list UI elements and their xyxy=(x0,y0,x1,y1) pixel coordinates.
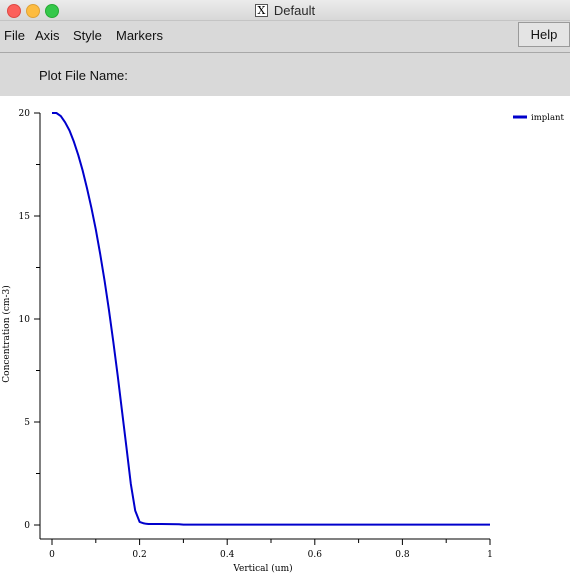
plot-file-bar: Plot File Name: xyxy=(0,53,570,96)
menu-style[interactable]: Style xyxy=(73,28,102,43)
legend-label: implant xyxy=(531,113,564,123)
data-point xyxy=(130,483,131,484)
window-title-group: X Default xyxy=(0,0,570,20)
data-point xyxy=(148,523,149,524)
data-point xyxy=(86,188,87,189)
menu-file[interactable]: File xyxy=(4,28,25,43)
data-point xyxy=(270,524,271,525)
data-point xyxy=(69,130,70,131)
data-point xyxy=(150,523,151,524)
data-point xyxy=(56,112,57,113)
x11-icon: X xyxy=(254,3,268,17)
x-tick-label: 0.4 xyxy=(220,550,235,560)
data-point xyxy=(489,524,490,525)
data-point xyxy=(78,155,79,156)
data-point xyxy=(104,280,105,281)
data-point xyxy=(135,510,136,511)
data-point xyxy=(402,524,403,525)
help-button[interactable]: Help xyxy=(518,22,570,47)
title-bar: X Default xyxy=(0,0,570,21)
data-point xyxy=(117,375,118,376)
data-point xyxy=(227,524,228,525)
y-tick-label: 0 xyxy=(24,521,30,531)
data-point xyxy=(146,523,147,524)
data-point xyxy=(60,116,61,117)
data-point xyxy=(73,141,74,142)
line-chart: 0 0.2 0.4 0.6 0.8 105101520Vertical (um)Conce… xyxy=(1,109,564,574)
series-line-implant xyxy=(52,112,490,526)
x-tick-label: 1 xyxy=(487,550,493,560)
plot-area: 0 0.2 0.4 0.6 0.8 1 0 5 10 15 20 Vertical (um) Conce… xyxy=(0,96,570,577)
menu-markers[interactable]: Markers xyxy=(116,28,163,43)
data-point xyxy=(143,523,144,524)
data-point xyxy=(446,524,447,525)
data-point xyxy=(183,524,184,525)
data-point xyxy=(314,524,315,525)
data-point xyxy=(95,229,96,230)
x-tick-label: 0.2 xyxy=(132,550,146,560)
data-point xyxy=(178,524,179,525)
data-point xyxy=(122,411,123,412)
y-axis-label: Concentration (cm-3) xyxy=(1,285,12,382)
data-point xyxy=(113,341,114,342)
data-point xyxy=(108,309,109,310)
data-point xyxy=(91,207,92,208)
data-point xyxy=(51,112,52,113)
menu-axis[interactable]: Axis xyxy=(35,28,60,43)
y-tick-label: 10 xyxy=(19,315,31,325)
x-axis-label: Vertical (um) xyxy=(232,563,292,574)
window-title: Default xyxy=(273,2,316,18)
x-tick-label: 0.8 xyxy=(395,550,410,560)
y-tick-label: 15 xyxy=(19,212,31,222)
data-point xyxy=(152,523,153,524)
plot-file-name-label: Plot File Name: xyxy=(39,68,128,83)
menu-bar: File Axis Style Markers xyxy=(0,21,570,53)
data-point xyxy=(358,524,359,525)
y-tick-label: 5 xyxy=(24,418,30,428)
x-tick-label: 0.6 xyxy=(308,550,323,560)
data-point xyxy=(82,170,83,171)
data-point xyxy=(126,447,127,448)
x-tick-label: 0 xyxy=(49,550,55,560)
y-tick-label: 20 xyxy=(19,109,31,119)
data-point xyxy=(161,523,162,524)
data-point xyxy=(139,521,140,522)
data-point xyxy=(100,254,101,255)
data-point xyxy=(65,122,66,123)
